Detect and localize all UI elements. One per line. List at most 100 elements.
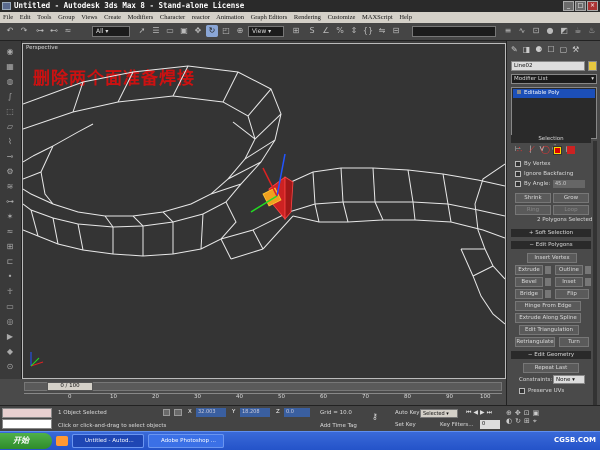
panel-scrollbar[interactable] <box>593 141 597 411</box>
analyze-world-icon[interactable]: ⊙ <box>4 362 16 372</box>
link-icon[interactable]: ⊶ <box>34 25 46 37</box>
ring-button[interactable]: Ring <box>515 205 551 215</box>
menu-edit[interactable]: Edit <box>20 14 31 21</box>
undo-icon[interactable]: ↶ <box>4 25 16 37</box>
retriangulate-button[interactable]: Retriangulate <box>515 337 555 347</box>
selected-face-2[interactable] <box>284 176 294 221</box>
toy-car-icon[interactable]: ⊶ <box>4 197 16 207</box>
plane-icon[interactable]: ▱ <box>4 122 16 132</box>
rope-icon[interactable]: ∫ <box>4 92 16 102</box>
modifier-list-dropdown[interactable]: Modifier List ▾ <box>511 74 597 84</box>
named-selection-icon[interactable]: {} <box>362 25 374 37</box>
curve-editor-icon[interactable]: ∿ <box>516 25 528 37</box>
element-icon[interactable] <box>567 146 575 154</box>
menu-rendering[interactable]: Rendering <box>294 14 321 21</box>
reference-coordinate-dropdown[interactable]: View ▾ <box>248 26 284 37</box>
menu-maxscript[interactable]: MAXScript <box>362 14 393 21</box>
menu-file[interactable]: File <box>3 14 13 21</box>
menu-tools[interactable]: Tools <box>37 14 51 21</box>
insert-vertex-button[interactable]: Insert Vertex <box>527 253 577 263</box>
menu-help[interactable]: Help <box>399 14 412 21</box>
absolute-mode-icon[interactable] <box>174 409 182 416</box>
select-scale-icon[interactable]: ◰ <box>220 25 232 37</box>
preview-animation-icon[interactable]: ▶ <box>4 332 16 342</box>
add-time-tag[interactable]: Add Time Tag <box>320 423 357 429</box>
select-rotate-icon[interactable]: ↻ <box>206 25 218 37</box>
region-select-icon[interactable]: ▭ <box>164 25 176 37</box>
bridge-settings-button[interactable] <box>545 290 551 298</box>
fracture-icon[interactable]: ✶ <box>4 212 16 222</box>
menu-group[interactable]: Group <box>58 14 75 21</box>
unlink-icon[interactable]: ⊷ <box>48 25 60 37</box>
point-to-point-icon[interactable]: • <box>4 272 16 282</box>
inset-button[interactable]: Inset <box>555 277 583 287</box>
select-move-icon[interactable]: ✥ <box>192 25 204 37</box>
constraints-dropdown[interactable]: None ▾ <box>553 375 585 384</box>
render-teapot-icon[interactable]: ♨ <box>586 25 598 37</box>
pivot-center-icon[interactable]: ⊞ <box>290 25 302 37</box>
hinge-from-edge-button[interactable]: Hinge From Edge <box>515 301 581 311</box>
maxscript-input-mini[interactable] <box>2 419 52 429</box>
render-scene-icon[interactable]: ◩ <box>558 25 570 37</box>
spinner-snap-icon[interactable]: ⇕ <box>348 25 360 37</box>
preserve-uvs-checkbox[interactable] <box>519 388 525 394</box>
window-crossing-icon[interactable]: ▣ <box>178 25 190 37</box>
viewport-navigation-controls[interactable]: ⊕✥⊡▣ ◐↻⊞⌖ <box>506 409 566 429</box>
selection-rollout-header[interactable]: Selection <box>511 135 591 143</box>
mirror-icon[interactable]: ⇋ <box>376 25 388 37</box>
bevel-settings-button[interactable] <box>545 278 551 286</box>
repeat-last-button[interactable]: Repeat Last <box>523 363 579 373</box>
edit-geometry-rollout[interactable]: − Edit Geometry <box>511 351 591 359</box>
spring-icon[interactable]: ⌇ <box>4 137 16 147</box>
manipulate-icon[interactable]: ⊕ <box>234 25 246 37</box>
flip-button[interactable]: Flip <box>555 289 589 299</box>
menu-reactor[interactable]: reactor <box>192 14 210 21</box>
maximize-button[interactable]: □ <box>575 1 586 11</box>
menu-modifiers[interactable]: Modifiers <box>128 14 154 21</box>
menu-create[interactable]: Create <box>104 14 121 21</box>
material-editor-icon[interactable]: ● <box>544 25 556 37</box>
close-button[interactable]: × <box>587 1 598 11</box>
taskbar-3dsmax[interactable]: Untitled - Autod... <box>72 434 144 448</box>
ragdoll-icon[interactable]: ☥ <box>4 287 16 297</box>
menu-graph-editors[interactable]: Graph Editors <box>251 14 288 21</box>
extrude-settings-button[interactable] <box>545 266 551 274</box>
lock-selection-icon[interactable] <box>163 409 170 416</box>
set-key-button[interactable]: Set Key <box>395 422 416 428</box>
time-slider-handle[interactable]: 0 / 100 <box>47 382 93 391</box>
perspective-viewport[interactable]: Perspective 删除两个面准备焊接 <box>22 43 506 379</box>
x-coordinate-field[interactable]: 32.003 <box>196 408 226 417</box>
percent-snap-icon[interactable]: % <box>334 25 346 37</box>
named-selection-set-dropdown[interactable] <box>412 26 496 37</box>
vertex-icon[interactable]: ∴ <box>517 146 525 154</box>
maxscript-listener-mini[interactable] <box>2 408 52 418</box>
extrude-along-spline-button[interactable]: Extrude Along Spline <box>515 313 581 323</box>
select-by-name-icon[interactable]: ☰ <box>150 25 162 37</box>
menu-customize[interactable]: Customize <box>328 14 356 21</box>
wireframe-mesh[interactable] <box>23 44 505 378</box>
extrude-button[interactable]: Extrude <box>515 265 543 275</box>
snap-toggle-icon[interactable]: S <box>306 25 318 37</box>
outline-button[interactable]: Outline <box>555 265 583 275</box>
motor-icon[interactable]: ⚙ <box>4 167 16 177</box>
loop-button[interactable]: Loop <box>553 205 589 215</box>
deforming-mesh-icon[interactable]: ⬚ <box>4 107 16 117</box>
panel-tabs[interactable]: ✎◨⚈☐▢⚒ <box>511 45 597 57</box>
wind-icon[interactable]: ≋ <box>4 182 16 192</box>
schematic-view-icon[interactable]: ⊡ <box>530 25 542 37</box>
menu-character[interactable]: Character <box>160 14 185 21</box>
prismatic-icon[interactable]: ▭ <box>4 302 16 312</box>
key-icon[interactable]: ⚷ <box>372 413 388 421</box>
border-icon[interactable]: ◯ <box>541 146 550 154</box>
by-angle-checkbox[interactable] <box>515 181 521 187</box>
auto-key-button[interactable]: Auto Key <box>395 410 420 416</box>
by-angle-spinner[interactable]: 45.0 <box>553 180 585 188</box>
z-coordinate-field[interactable]: 0.0 <box>284 408 310 417</box>
water-icon[interactable]: ≈ <box>4 227 16 237</box>
shrink-button[interactable]: Shrink <box>515 193 551 203</box>
selection-filter-dropdown[interactable]: All ▾ <box>92 26 130 37</box>
quick-launch-icon[interactable] <box>56 436 68 446</box>
edit-triangulation-button[interactable]: Edit Triangulation <box>519 325 579 335</box>
polygon-icon[interactable] <box>553 146 562 155</box>
soft-selection-rollout[interactable]: + Soft Selection <box>511 229 591 237</box>
